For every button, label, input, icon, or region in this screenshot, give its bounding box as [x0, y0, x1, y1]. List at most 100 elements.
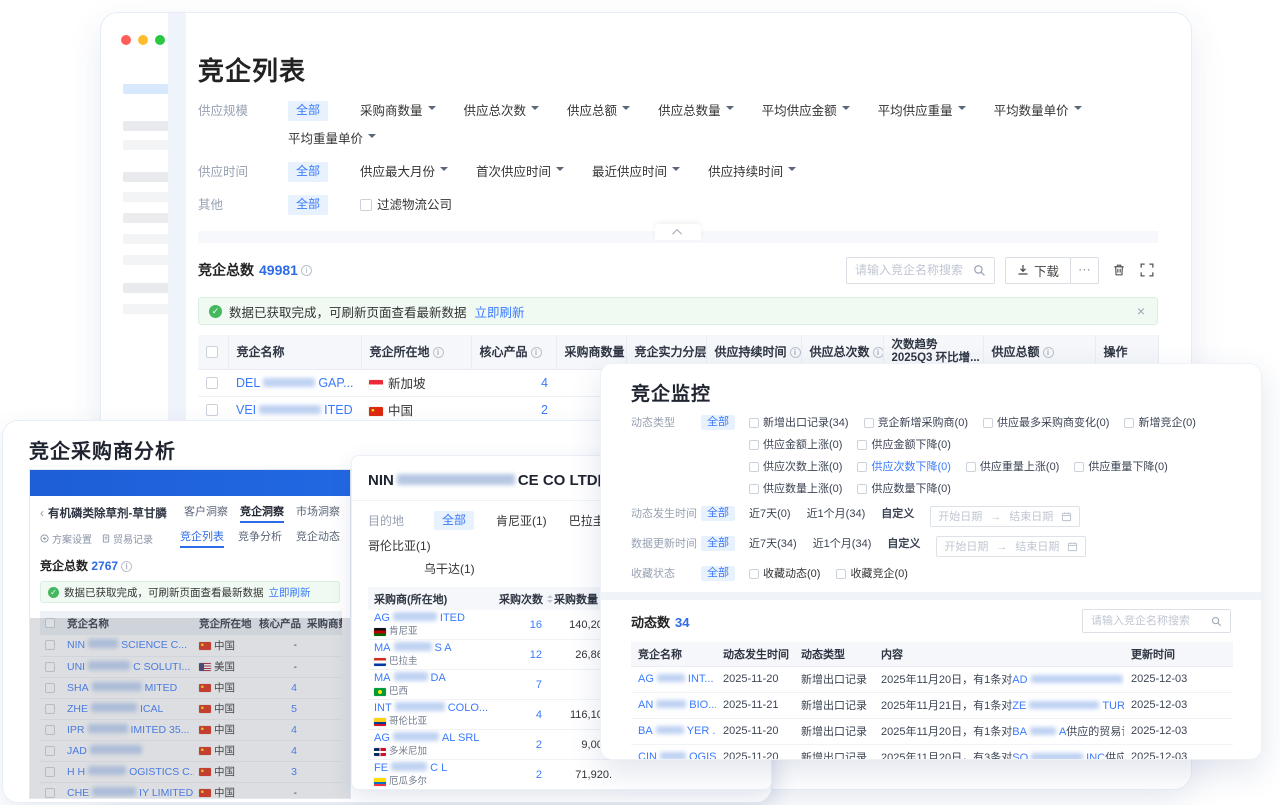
- time-option[interactable]: 近7天(34): [749, 536, 797, 552]
- row-checkbox[interactable]: [45, 725, 55, 735]
- table-row[interactable]: JAD中国4: [40, 740, 342, 761]
- filter-dropdown[interactable]: 供应总次数: [464, 101, 540, 121]
- filter-all-chip[interactable]: 全部: [701, 536, 735, 551]
- col-header[interactable]: 核心产品: [471, 335, 556, 369]
- start-date-placeholder[interactable]: 开始日期: [938, 509, 982, 525]
- table-row[interactable]: NINSCIENCE C...中国-: [40, 635, 342, 656]
- core-product-count[interactable]: 3: [291, 766, 297, 778]
- table-row[interactable]: IPRIMITED 35...中国4: [40, 719, 342, 740]
- company-name-link[interactable]: SHAMITED: [67, 682, 177, 694]
- buyer-name-link[interactable]: AGITED: [374, 612, 487, 625]
- sort-icon[interactable]: [547, 594, 554, 604]
- core-product-count[interactable]: 4: [291, 724, 297, 736]
- core-product-count[interactable]: 2: [541, 403, 548, 417]
- time-option[interactable]: 近1个月(34): [807, 506, 866, 522]
- time-option-custom[interactable]: 自定义: [881, 506, 914, 522]
- time-option[interactable]: 近1个月(34): [813, 536, 872, 552]
- type-checkbox[interactable]: 供应次数上涨(0): [749, 459, 842, 475]
- filter-dropdown[interactable]: 首次供应时间: [476, 162, 564, 182]
- fav-checkbox[interactable]: 收藏竞企(0): [836, 566, 907, 582]
- company-name-link[interactable]: IPRIMITED 35...: [67, 724, 189, 736]
- filter-dropdown[interactable]: 平均数量单价: [994, 101, 1082, 121]
- tab-customer-insight[interactable]: 客户洞察: [184, 503, 228, 523]
- delete-button[interactable]: [1108, 259, 1130, 281]
- purchase-times[interactable]: 2: [536, 769, 542, 781]
- checkbox-icon[interactable]: [749, 462, 759, 472]
- company-name-link[interactable]: NINSCIENCE C...: [67, 639, 187, 651]
- table-row[interactable]: H HOGISTICS C...中国3: [40, 761, 342, 782]
- company-name-link[interactable]: CHEIY LIMITED: [67, 787, 193, 799]
- filter-dropdown[interactable]: 平均供应重量: [878, 101, 966, 121]
- type-checkbox-active[interactable]: 供应次数下降(0): [857, 459, 950, 475]
- plan-settings-link[interactable]: 方案设置: [40, 531, 92, 546]
- company-name-link[interactable]: AGINT...: [638, 673, 714, 685]
- select-all-checkbox[interactable]: [206, 346, 218, 358]
- filter-all-chip[interactable]: 全部: [701, 506, 735, 521]
- company-name-link[interactable]: VEIITED: [236, 403, 353, 417]
- buyer-name-link[interactable]: MADA: [374, 672, 487, 685]
- time-option-custom[interactable]: 自定义: [887, 536, 920, 552]
- tab-competitor-insight[interactable]: 竞企洞察: [240, 503, 284, 523]
- checkbox-icon[interactable]: [836, 569, 846, 579]
- dest-option[interactable]: 肯尼亚(1): [496, 512, 547, 529]
- table-row[interactable]: CHEIY LIMITED中国-: [40, 782, 342, 799]
- subtab-competitor-dynamics[interactable]: 竞企动态: [296, 528, 340, 548]
- start-date-placeholder[interactable]: 开始日期: [944, 539, 988, 555]
- row-checkbox[interactable]: [45, 683, 55, 693]
- filter-all-chip[interactable]: 全部: [701, 566, 735, 581]
- row-checkbox[interactable]: [45, 746, 55, 756]
- type-checkbox[interactable]: 供应重量下降(0): [1074, 459, 1167, 475]
- search-icon[interactable]: [973, 264, 986, 277]
- purchase-times[interactable]: 2: [536, 739, 542, 751]
- filter-dropdown[interactable]: 供应总额: [567, 101, 630, 121]
- filter-all-chip[interactable]: 全部: [701, 415, 735, 430]
- table-row[interactable]: BAYER ... 2025-11-20 新增出口记录 2025年11月20日，…: [631, 718, 1233, 744]
- refresh-now-link[interactable]: 立即刷新: [269, 585, 311, 600]
- type-checkbox[interactable]: 竞企新增采购商(0): [864, 415, 968, 431]
- row-checkbox[interactable]: [45, 788, 55, 798]
- purchase-times[interactable]: 16: [530, 619, 542, 631]
- table-row[interactable]: CINOGIS... 2025-11-20 新增出口记录 2025年11月20日…: [631, 744, 1233, 760]
- filter-dropdown[interactable]: 采购商数量: [360, 101, 436, 121]
- collapse-filters-button[interactable]: [655, 224, 701, 240]
- date-range-input[interactable]: 开始日期 → 结束日期: [930, 506, 1080, 527]
- checkbox-icon[interactable]: [864, 418, 874, 428]
- search-input[interactable]: [1091, 615, 1211, 627]
- dest-all-chip[interactable]: 全部: [434, 511, 474, 530]
- row-checkbox[interactable]: [45, 704, 55, 714]
- purchase-times[interactable]: 12: [530, 649, 542, 661]
- company-name-link[interactable]: UNIC SOLUTI...: [67, 661, 190, 673]
- row-checkbox[interactable]: [206, 404, 218, 416]
- buyer-name-link[interactable]: FEC L: [374, 762, 487, 775]
- table-row[interactable]: SHAMITED中国4: [40, 677, 342, 698]
- checkbox-icon[interactable]: [1074, 462, 1084, 472]
- row-checkbox[interactable]: [206, 377, 218, 389]
- type-checkbox[interactable]: 供应金额下降(0): [857, 437, 950, 453]
- purchase-times[interactable]: 7: [536, 679, 542, 691]
- table-row[interactable]: FEC L厄瓜多尔 2 71,920.: [368, 760, 757, 790]
- row-checkbox[interactable]: [45, 640, 55, 650]
- company-name-link[interactable]: ZHEICAL: [67, 703, 163, 715]
- subtab-competitor-list[interactable]: 竞企列表: [180, 528, 224, 548]
- company-search[interactable]: [846, 257, 995, 284]
- company-search[interactable]: [1082, 609, 1231, 633]
- type-checkbox[interactable]: 供应金额上涨(0): [749, 437, 842, 453]
- core-product-count[interactable]: 4: [291, 745, 297, 757]
- search-input[interactable]: [855, 263, 973, 277]
- col-header[interactable]: 竞企名称: [228, 335, 361, 369]
- col-header[interactable]: 竞企所在地: [361, 335, 471, 369]
- company-name-link[interactable]: H HOGISTICS C...: [67, 766, 194, 778]
- core-product-count[interactable]: 4: [291, 682, 297, 694]
- refresh-now-link[interactable]: 立即刷新: [475, 302, 525, 321]
- table-row[interactable]: UNIC SOLUTI...美国-: [40, 656, 342, 677]
- core-product-count[interactable]: 5: [291, 703, 297, 715]
- checkbox-icon[interactable]: [749, 418, 759, 428]
- checkbox-icon[interactable]: [749, 440, 759, 450]
- tab-market-insight[interactable]: 市场洞察: [296, 503, 340, 523]
- checkbox-icon[interactable]: [749, 484, 759, 494]
- type-checkbox[interactable]: 供应数量下降(0): [857, 481, 950, 497]
- subtab-competition-analysis[interactable]: 竞争分析: [238, 528, 282, 548]
- checkbox-icon[interactable]: [983, 418, 993, 428]
- col-header[interactable]: 采购次数: [493, 587, 548, 610]
- calendar-icon[interactable]: [1067, 541, 1078, 552]
